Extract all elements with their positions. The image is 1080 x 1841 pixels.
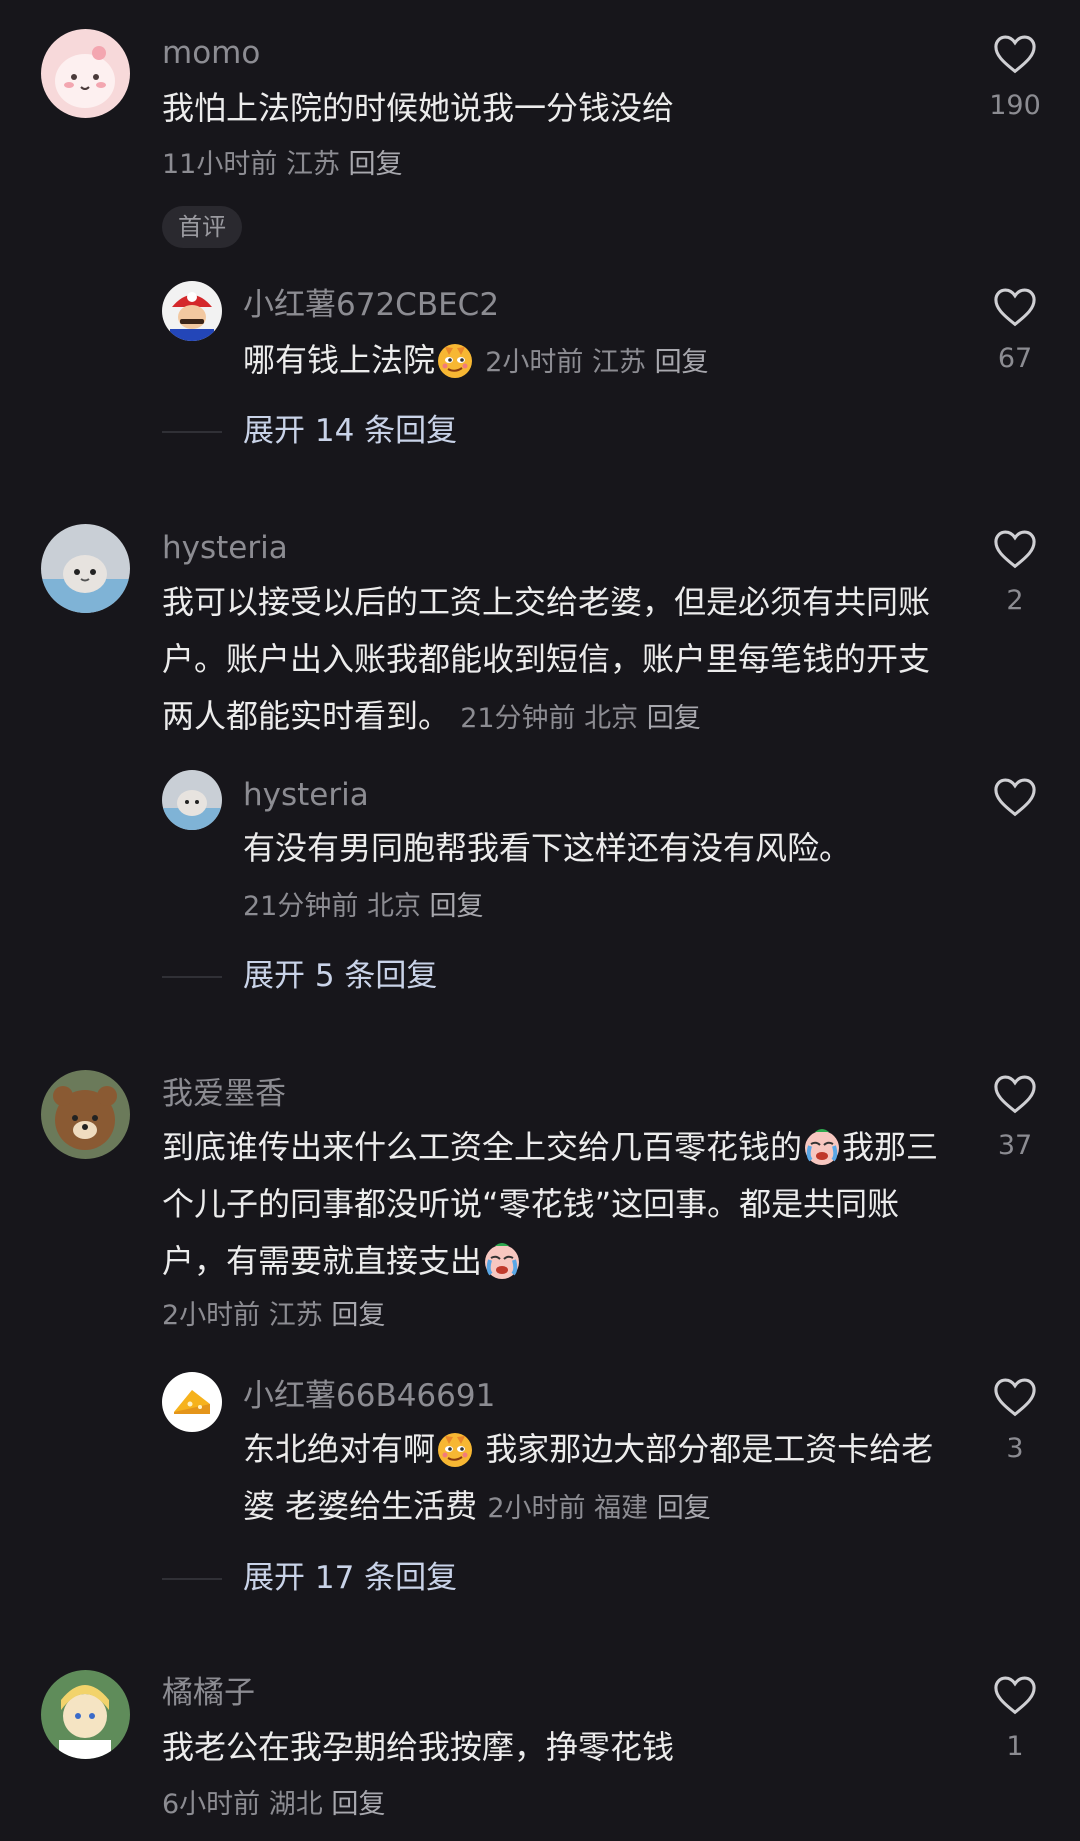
like-count: 37 (997, 1130, 1033, 1161)
reply-username[interactable]: 小红薯672CBEC2 (243, 285, 499, 325)
heart-icon (994, 35, 1036, 74)
comment-meta: 21分钟前 北京 回复 (460, 703, 701, 734)
avatar[interactable] (41, 524, 130, 613)
avatar[interactable] (162, 1372, 222, 1432)
expand-replies-label: 展开 17 条回复 (243, 1560, 458, 1596)
avatar[interactable] (41, 1070, 130, 1159)
comment-text-body: 我老公在我孕期给我按摩，挣零花钱 (162, 1728, 675, 1766)
like-button[interactable]: 1 (970, 1675, 1060, 1763)
like-count: 3 (1006, 1433, 1024, 1464)
reply-button[interactable]: 回复 (349, 149, 403, 180)
reply-location: 福建 (594, 1493, 649, 1524)
reply-text: 有没有男同胞帮我看下这样还有没有风险。 (243, 820, 953, 877)
comment-text: 我怕上法院的时候她说我一分钱没给 (162, 80, 952, 137)
comment-username[interactable]: momo (162, 33, 260, 73)
comment-location: 湖北 (268, 1789, 323, 1820)
heart-icon (994, 1676, 1036, 1715)
comment-time: 11小时前 (162, 149, 278, 180)
comment-time: 2小时前 (162, 1300, 261, 1331)
reply-button[interactable]: 回复 (655, 347, 709, 378)
comment-text-body: 我怕上法院的时候她说我一分钱没给 (162, 89, 675, 127)
reply-time: 2小时前 (487, 1493, 586, 1524)
comment-text: 到底谁传出来什么工资全上交给几百零花钱的 我那三个儿子的同事都没听说“零花钱”这回… (162, 1119, 952, 1290)
reply-button[interactable]: 回复 (430, 891, 484, 922)
comment-username[interactable]: 橘橘子 (162, 1673, 255, 1713)
like-button[interactable]: 37 (970, 1074, 1060, 1162)
comment-meta: 6小时前 湖北 回复 (162, 1785, 385, 1825)
comment-text: 我老公在我孕期给我按摩，挣零花钱 (162, 1719, 952, 1776)
reply-button[interactable]: 回复 (657, 1493, 711, 1524)
crying-face-icon (482, 1240, 522, 1280)
comment-location: 江苏 (268, 1300, 323, 1331)
comment-location: 江苏 (285, 149, 340, 180)
expand-divider (162, 1578, 222, 1580)
comment-list: momo 我怕上法院的时候她说我一分钱没给 11小时前 江苏 回复 190 首评 (0, 0, 1080, 1841)
smirk-face-icon (435, 339, 475, 379)
expand-divider (162, 431, 222, 433)
heart-icon (994, 778, 1036, 817)
like-count: 2 (1006, 585, 1024, 616)
comment-meta: 11小时前 江苏 回复 (162, 145, 403, 185)
reply-username[interactable]: 小红薯66B46691 (243, 1376, 495, 1416)
reply-time: 21分钟前 (243, 891, 359, 922)
avatar[interactable] (162, 770, 222, 830)
comment-time: 6小时前 (162, 1789, 261, 1820)
first-comment-badge: 首评 (162, 206, 242, 248)
comment-location: 北京 (584, 703, 639, 734)
reply-text: 哪有钱上法院 2小时前 江苏 回复 (243, 332, 953, 391)
heart-icon (994, 288, 1036, 327)
comment-text: 我可以接受以后的工资上交给老婆，但是必须有共同账户。账户出入账我都能收到短信，账… (162, 574, 952, 747)
reply-text-part: 东北绝对有啊 (243, 1430, 436, 1468)
avatar[interactable] (162, 281, 222, 341)
comment-username[interactable]: 我爱墨香 (162, 1074, 286, 1114)
expand-divider (162, 976, 222, 978)
reply-button[interactable]: 回复 (331, 1300, 385, 1331)
like-button[interactable]: 190 (970, 34, 1060, 122)
crying-face-icon (802, 1126, 842, 1166)
avatar[interactable] (41, 1670, 130, 1759)
comment-meta: 2小时前 江苏 回复 (162, 1296, 385, 1336)
reply-text-body: 哪有钱上法院 (243, 341, 436, 379)
like-button[interactable] (970, 777, 1060, 833)
like-button[interactable]: 67 (970, 287, 1060, 375)
reply-button[interactable]: 回复 (331, 1789, 385, 1820)
comment-time: 21分钟前 (460, 703, 576, 734)
like-count: 1 (1006, 1731, 1024, 1762)
heart-icon (994, 530, 1036, 569)
reply-username[interactable]: hysteria (243, 775, 369, 815)
avatar[interactable] (41, 29, 130, 118)
reply-time: 2小时前 (485, 347, 584, 378)
like-count: 190 (989, 90, 1041, 121)
heart-icon (994, 1075, 1036, 1114)
comment-text-part: 到底谁传出来什么工资全上交给几百零花钱的 (162, 1128, 803, 1166)
smirk-face-icon (435, 1428, 475, 1468)
expand-replies-label: 展开 14 条回复 (243, 413, 458, 449)
reply-location: 北京 (366, 891, 421, 922)
reply-meta: 21分钟前 北京 回复 (243, 887, 484, 927)
reply-meta: 2小时前 福建 回复 (487, 1493, 710, 1524)
reply-text: 东北绝对有啊 我家那边大部分都是工资卡给老婆 老婆给生活费 2小时前 福建 回复 (243, 1421, 953, 1537)
heart-icon (994, 1378, 1036, 1417)
reply-text-body: 有没有男同胞帮我看下这样还有没有风险。 (243, 829, 852, 867)
reply-location: 江苏 (591, 347, 646, 378)
expand-replies-label: 展开 5 条回复 (243, 958, 438, 994)
like-count: 67 (997, 343, 1033, 374)
reply-meta: 2小时前 江苏 回复 (485, 347, 708, 378)
like-button[interactable]: 2 (970, 529, 1060, 617)
like-button[interactable]: 3 (970, 1377, 1060, 1465)
comment-username[interactable]: hysteria (162, 528, 288, 568)
reply-button[interactable]: 回复 (647, 703, 701, 734)
